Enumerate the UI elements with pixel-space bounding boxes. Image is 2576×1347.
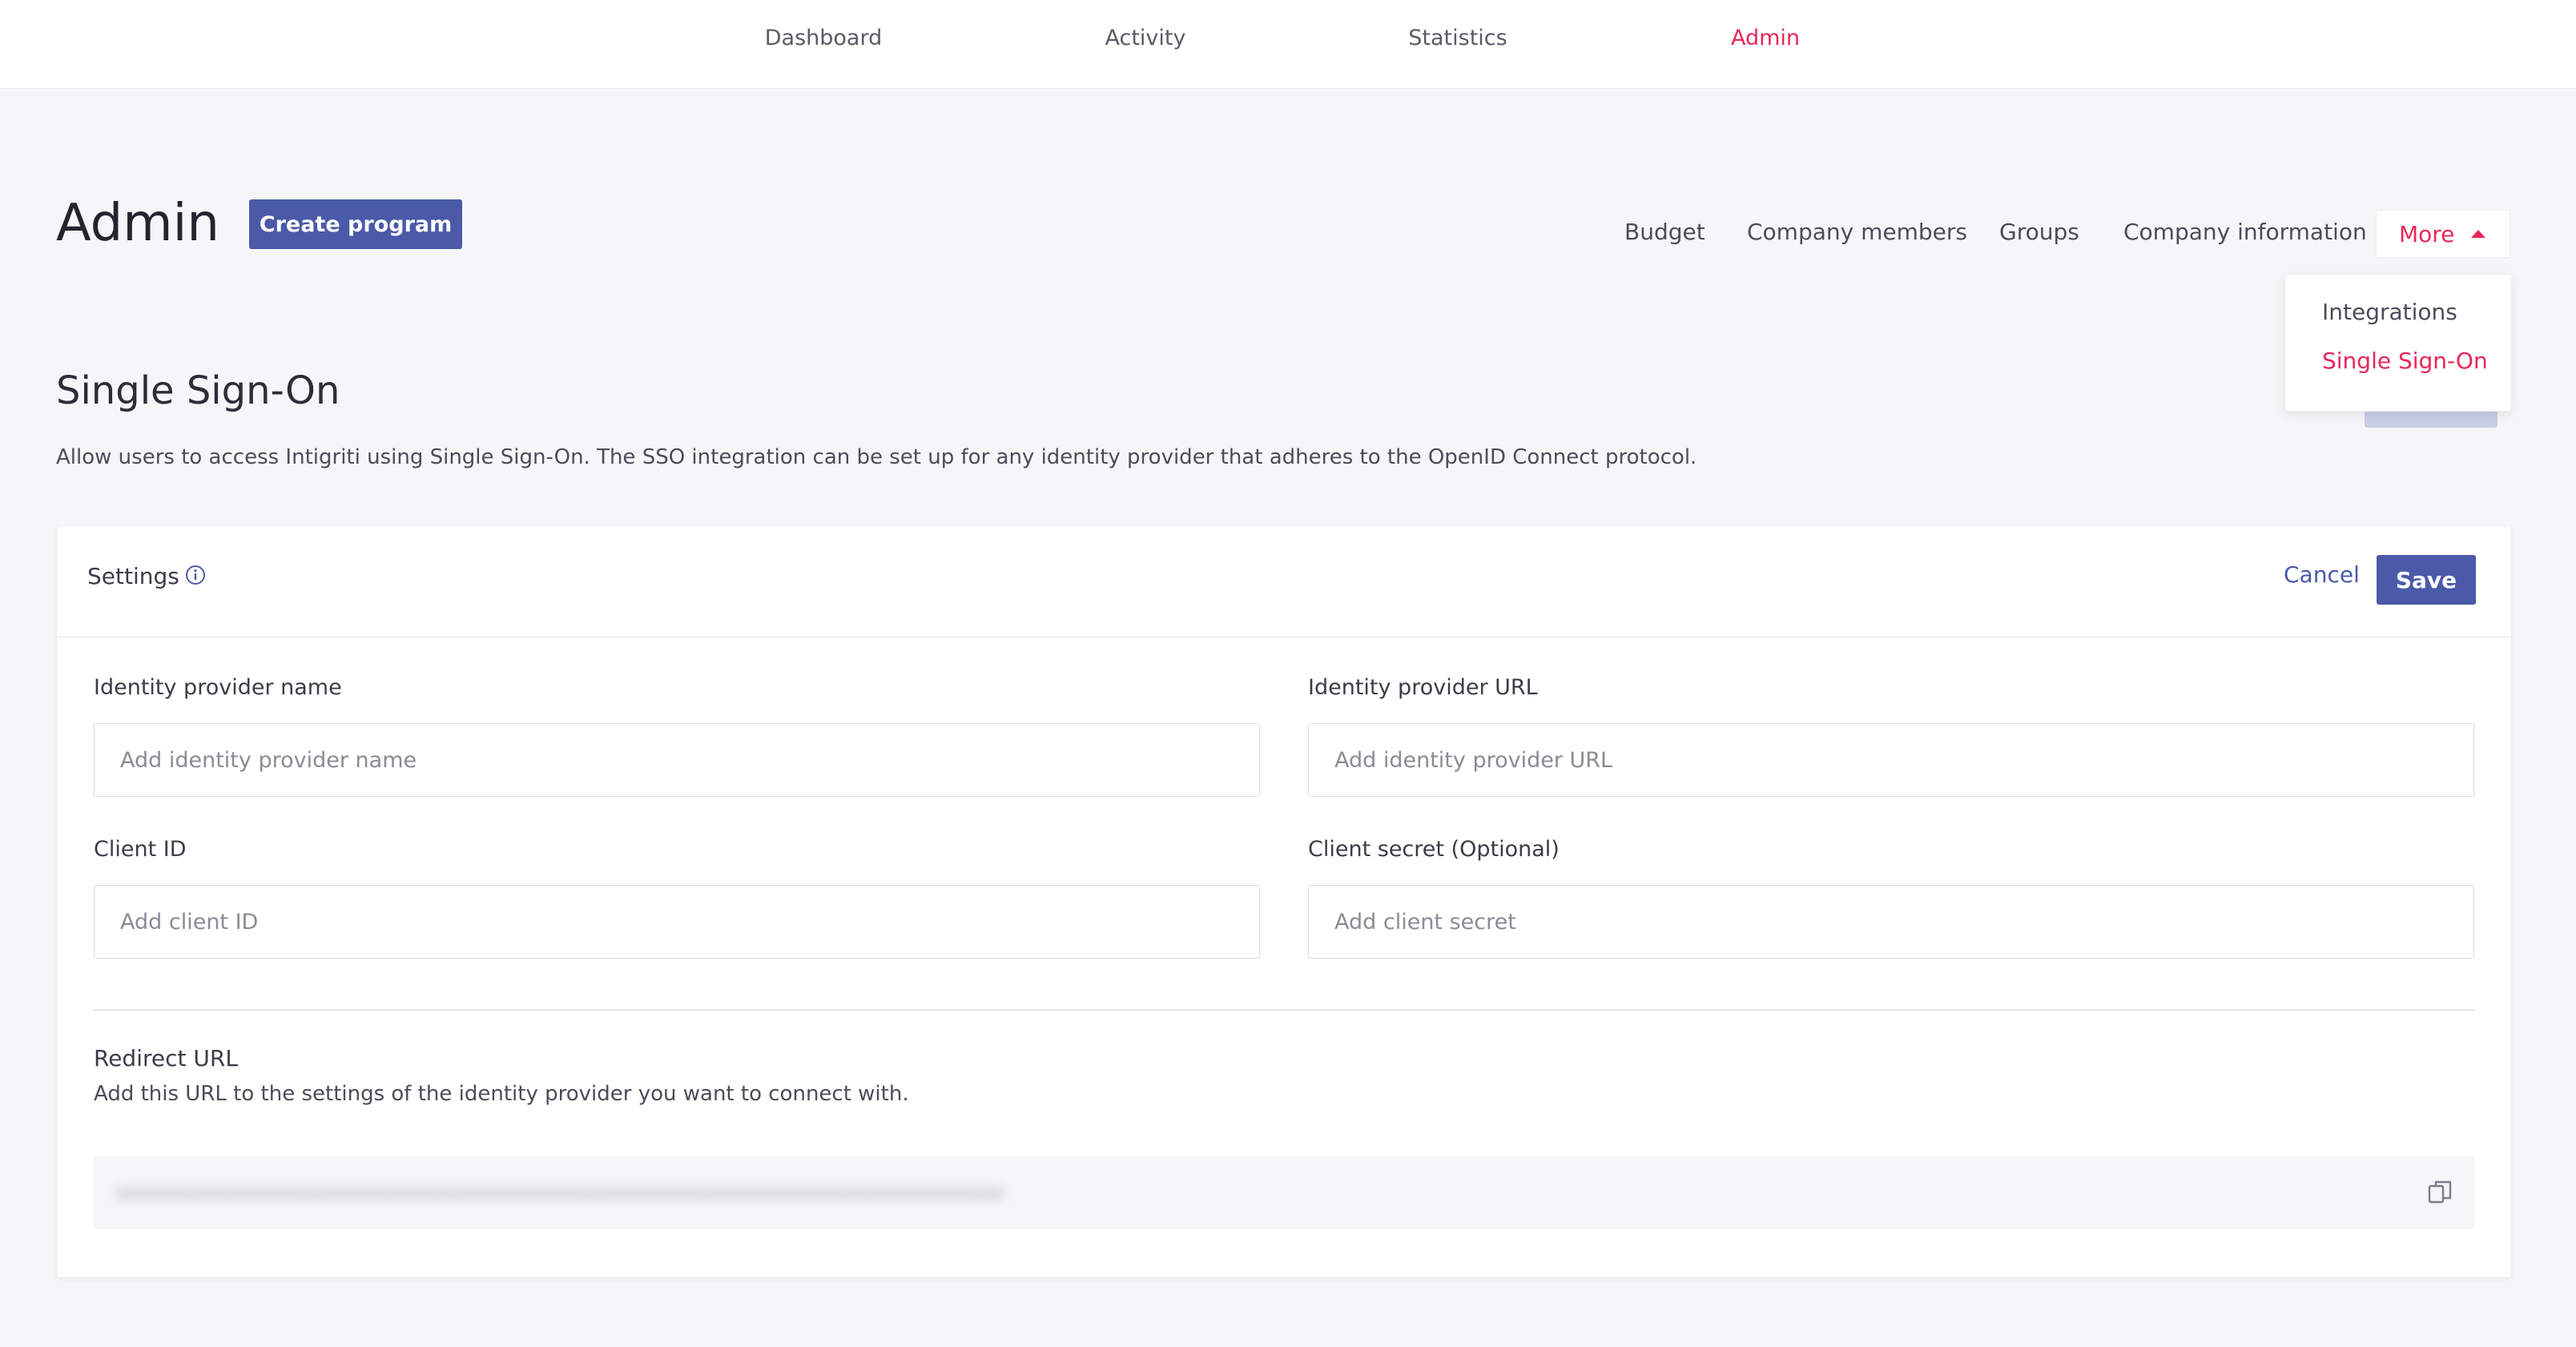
top-navigation: Dashboard Activity Statistics Admin bbox=[0, 0, 2576, 89]
more-dropdown-button[interactable]: More bbox=[2376, 210, 2510, 258]
settings-card: Settings Cancel Save Identity provider n… bbox=[56, 525, 2512, 1278]
menu-item-integrations[interactable]: Integrations bbox=[2322, 299, 2457, 325]
redirect-url-title: Redirect URL bbox=[94, 1045, 238, 1072]
section-title: Single Sign-On bbox=[56, 368, 340, 413]
menu-item-single-sign-on[interactable]: Single Sign-On bbox=[2322, 348, 2488, 374]
nav-activity[interactable]: Activity bbox=[1105, 0, 1186, 77]
idp-url-label: Identity provider URL bbox=[1308, 675, 1538, 700]
nav-dashboard[interactable]: Dashboard bbox=[765, 0, 882, 77]
copy-icon[interactable] bbox=[2426, 1178, 2453, 1205]
client-secret-label: Client secret (Optional) bbox=[1308, 837, 1560, 862]
idp-url-input[interactable] bbox=[1308, 723, 2474, 797]
card-header: Settings Cancel Save bbox=[57, 526, 2511, 637]
more-dropdown-menu: Integrations Single Sign-On bbox=[2284, 274, 2512, 412]
page-title: Admin bbox=[56, 194, 219, 253]
subnav-company-information[interactable]: Company information bbox=[2123, 210, 2367, 255]
subnav-budget[interactable]: Budget bbox=[1624, 210, 1705, 255]
client-id-input[interactable] bbox=[94, 885, 1260, 959]
card-title: Settings bbox=[87, 563, 179, 589]
cancel-button[interactable]: Cancel bbox=[2284, 561, 2360, 588]
idp-name-input[interactable] bbox=[94, 723, 1260, 797]
create-program-button[interactable]: Create program bbox=[249, 199, 462, 249]
client-id-label: Client ID bbox=[94, 837, 187, 862]
idp-name-label: Identity provider name bbox=[94, 675, 342, 700]
save-button[interactable]: Save bbox=[2377, 555, 2476, 605]
redirect-url-description: Add this URL to the settings of the iden… bbox=[94, 1082, 909, 1106]
redirect-url-value-blurred: xxxxxxxxxxxxxxxxxxxxxxxxxxxxxxxxxxxxxxxx… bbox=[116, 1180, 1004, 1204]
redirect-url-box: xxxxxxxxxxxxxxxxxxxxxxxxxxxxxxxxxxxxxxxx… bbox=[94, 1156, 2474, 1229]
divider bbox=[94, 1009, 2474, 1011]
subnav-company-members[interactable]: Company members bbox=[1747, 210, 1967, 255]
nav-statistics[interactable]: Statistics bbox=[1408, 0, 1507, 77]
info-circle-icon[interactable] bbox=[185, 565, 206, 585]
nav-admin[interactable]: Admin bbox=[1731, 0, 1800, 77]
section-description: Allow users to access Intigriti using Si… bbox=[56, 445, 1697, 469]
subnav-groups[interactable]: Groups bbox=[1999, 210, 2079, 255]
client-secret-input[interactable] bbox=[1308, 885, 2474, 959]
caret-up-icon bbox=[2471, 230, 2485, 238]
more-label: More bbox=[2399, 220, 2455, 247]
